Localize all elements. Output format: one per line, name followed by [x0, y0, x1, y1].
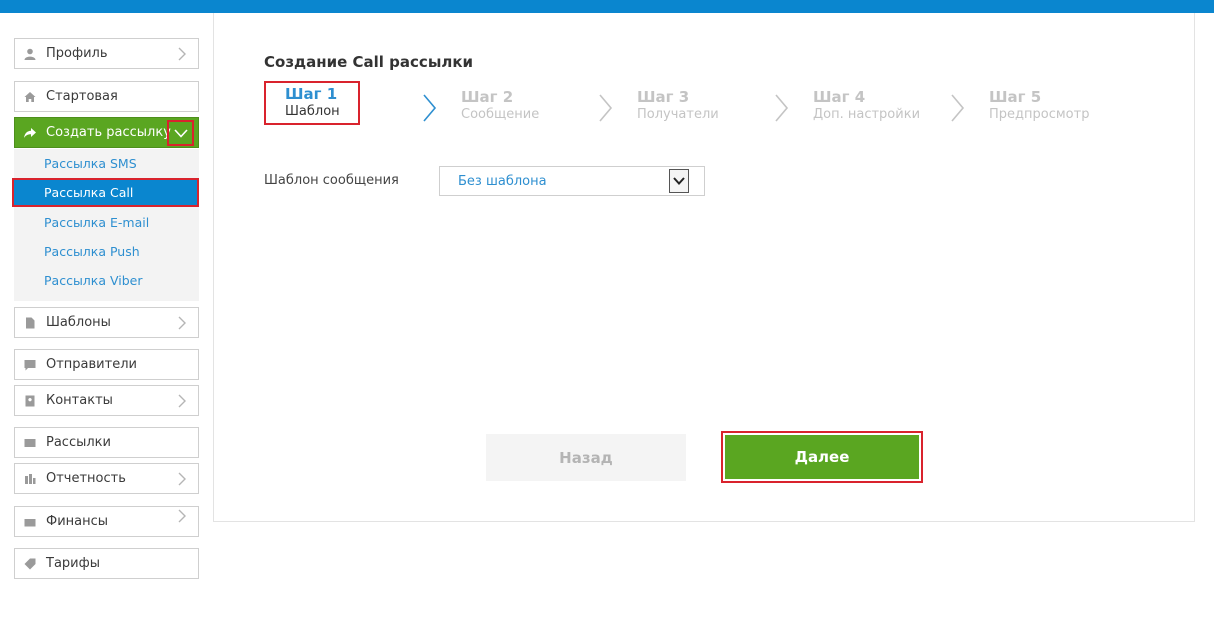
chevron-right-icon — [178, 394, 190, 408]
step-title: Шаг 1 — [285, 85, 338, 103]
sidebar-item-label: Отчетность — [46, 471, 126, 486]
back-button[interactable]: Назад — [486, 434, 686, 481]
submenu-item-call[interactable]: Рассылка Call — [12, 178, 199, 207]
report-icon — [23, 472, 37, 486]
sidebar-item-tariffs[interactable]: Тарифы — [14, 548, 199, 579]
template-field-label: Шаблон сообщения — [264, 173, 399, 188]
chevron-down-icon — [673, 177, 685, 185]
template-select[interactable]: Без шаблона — [439, 166, 705, 196]
sidebar-item-templates[interactable]: Шаблоны — [14, 307, 199, 338]
sidebar-item-label: Финансы — [46, 514, 109, 529]
sidebar-item-label: Создать рассылку — [46, 125, 171, 140]
sidebar-item-senders[interactable]: Отправители — [14, 349, 199, 380]
submenu-item-viber[interactable]: Рассылка Viber — [14, 266, 199, 295]
select-dropdown-button[interactable] — [669, 169, 689, 193]
step-1[interactable]: Шаг 1 Шаблон — [264, 81, 360, 125]
file-icon — [23, 316, 37, 330]
sidebar-item-label: Рассылки — [46, 435, 111, 450]
wallet-icon — [23, 515, 37, 529]
chevron-right-icon — [178, 47, 190, 61]
page-title: Создание Call рассылки — [264, 53, 474, 71]
main-panel: Создание Call рассылки Шаг 1 Шаблон Шаг … — [213, 13, 1195, 522]
step-subtitle: Получатели — [637, 107, 719, 122]
submenu-toggle-button[interactable] — [167, 120, 194, 146]
next-button-label: Далее — [725, 435, 919, 479]
sidebar-item-label: Тарифы — [46, 556, 100, 571]
sidebar-item-profile[interactable]: Профиль — [14, 38, 199, 69]
step-arrow-icon — [951, 93, 967, 123]
chevron-right-icon — [178, 509, 190, 523]
sidebar-item-create-mailing[interactable]: Создать рассылку — [14, 117, 199, 148]
step-3[interactable]: Шаг 3 Получатели — [637, 88, 719, 124]
submenu-item-email[interactable]: Рассылка E-mail — [14, 208, 199, 237]
sidebar-item-contacts[interactable]: Контакты — [14, 385, 199, 416]
step-subtitle: Сообщение — [461, 107, 540, 122]
sidebar-item-mailings[interactable]: Рассылки — [14, 427, 199, 458]
tag-icon — [23, 557, 37, 571]
chevron-down-icon — [173, 128, 188, 138]
step-arrow-icon — [423, 93, 439, 123]
contacts-icon — [23, 394, 37, 408]
create-mailing-submenu: Рассылка SMS Рассылка Call Рассылка E-ma… — [12, 149, 199, 301]
sidebar-item-label: Шаблоны — [46, 315, 111, 330]
step-subtitle: Шаблон — [285, 104, 340, 119]
sidebar-item-label: Стартовая — [46, 89, 118, 104]
step-2[interactable]: Шаг 2 Сообщение — [461, 88, 539, 124]
template-select-value: Без шаблона — [458, 173, 547, 189]
submenu-item-push[interactable]: Рассылка Push — [14, 237, 199, 266]
step-subtitle: Доп. настройки — [813, 107, 921, 122]
step-arrow-icon — [775, 93, 791, 123]
chevron-right-icon — [178, 316, 190, 330]
submenu-item-sms[interactable]: Рассылка SMS — [14, 149, 199, 178]
next-button[interactable]: Далее — [721, 431, 923, 483]
step-4[interactable]: Шаг 4 Доп. настройки — [813, 88, 920, 124]
step-title: Шаг 5 — [989, 88, 1042, 106]
envelope-icon — [23, 436, 37, 450]
home-icon — [23, 90, 37, 104]
sender-icon — [23, 358, 37, 372]
sidebar-item-reports[interactable]: Отчетность — [14, 463, 199, 494]
share-icon — [23, 126, 37, 140]
sidebar-item-label: Профиль — [46, 46, 108, 61]
user-icon — [23, 47, 37, 61]
step-title: Шаг 2 — [461, 88, 514, 106]
step-5[interactable]: Шаг 5 Предпросмотр — [989, 88, 1089, 124]
sidebar-item-finance[interactable]: Финансы — [14, 506, 199, 537]
sidebar-item-label: Контакты — [46, 393, 113, 408]
chevron-right-icon — [178, 472, 190, 486]
top-bar — [0, 0, 1214, 13]
sidebar-item-home[interactable]: Стартовая — [14, 81, 199, 112]
step-title: Шаг 4 — [813, 88, 866, 106]
step-arrow-icon — [599, 93, 615, 123]
step-title: Шаг 3 — [637, 88, 690, 106]
sidebar-item-label: Отправители — [46, 357, 137, 372]
step-subtitle: Предпросмотр — [989, 107, 1090, 122]
